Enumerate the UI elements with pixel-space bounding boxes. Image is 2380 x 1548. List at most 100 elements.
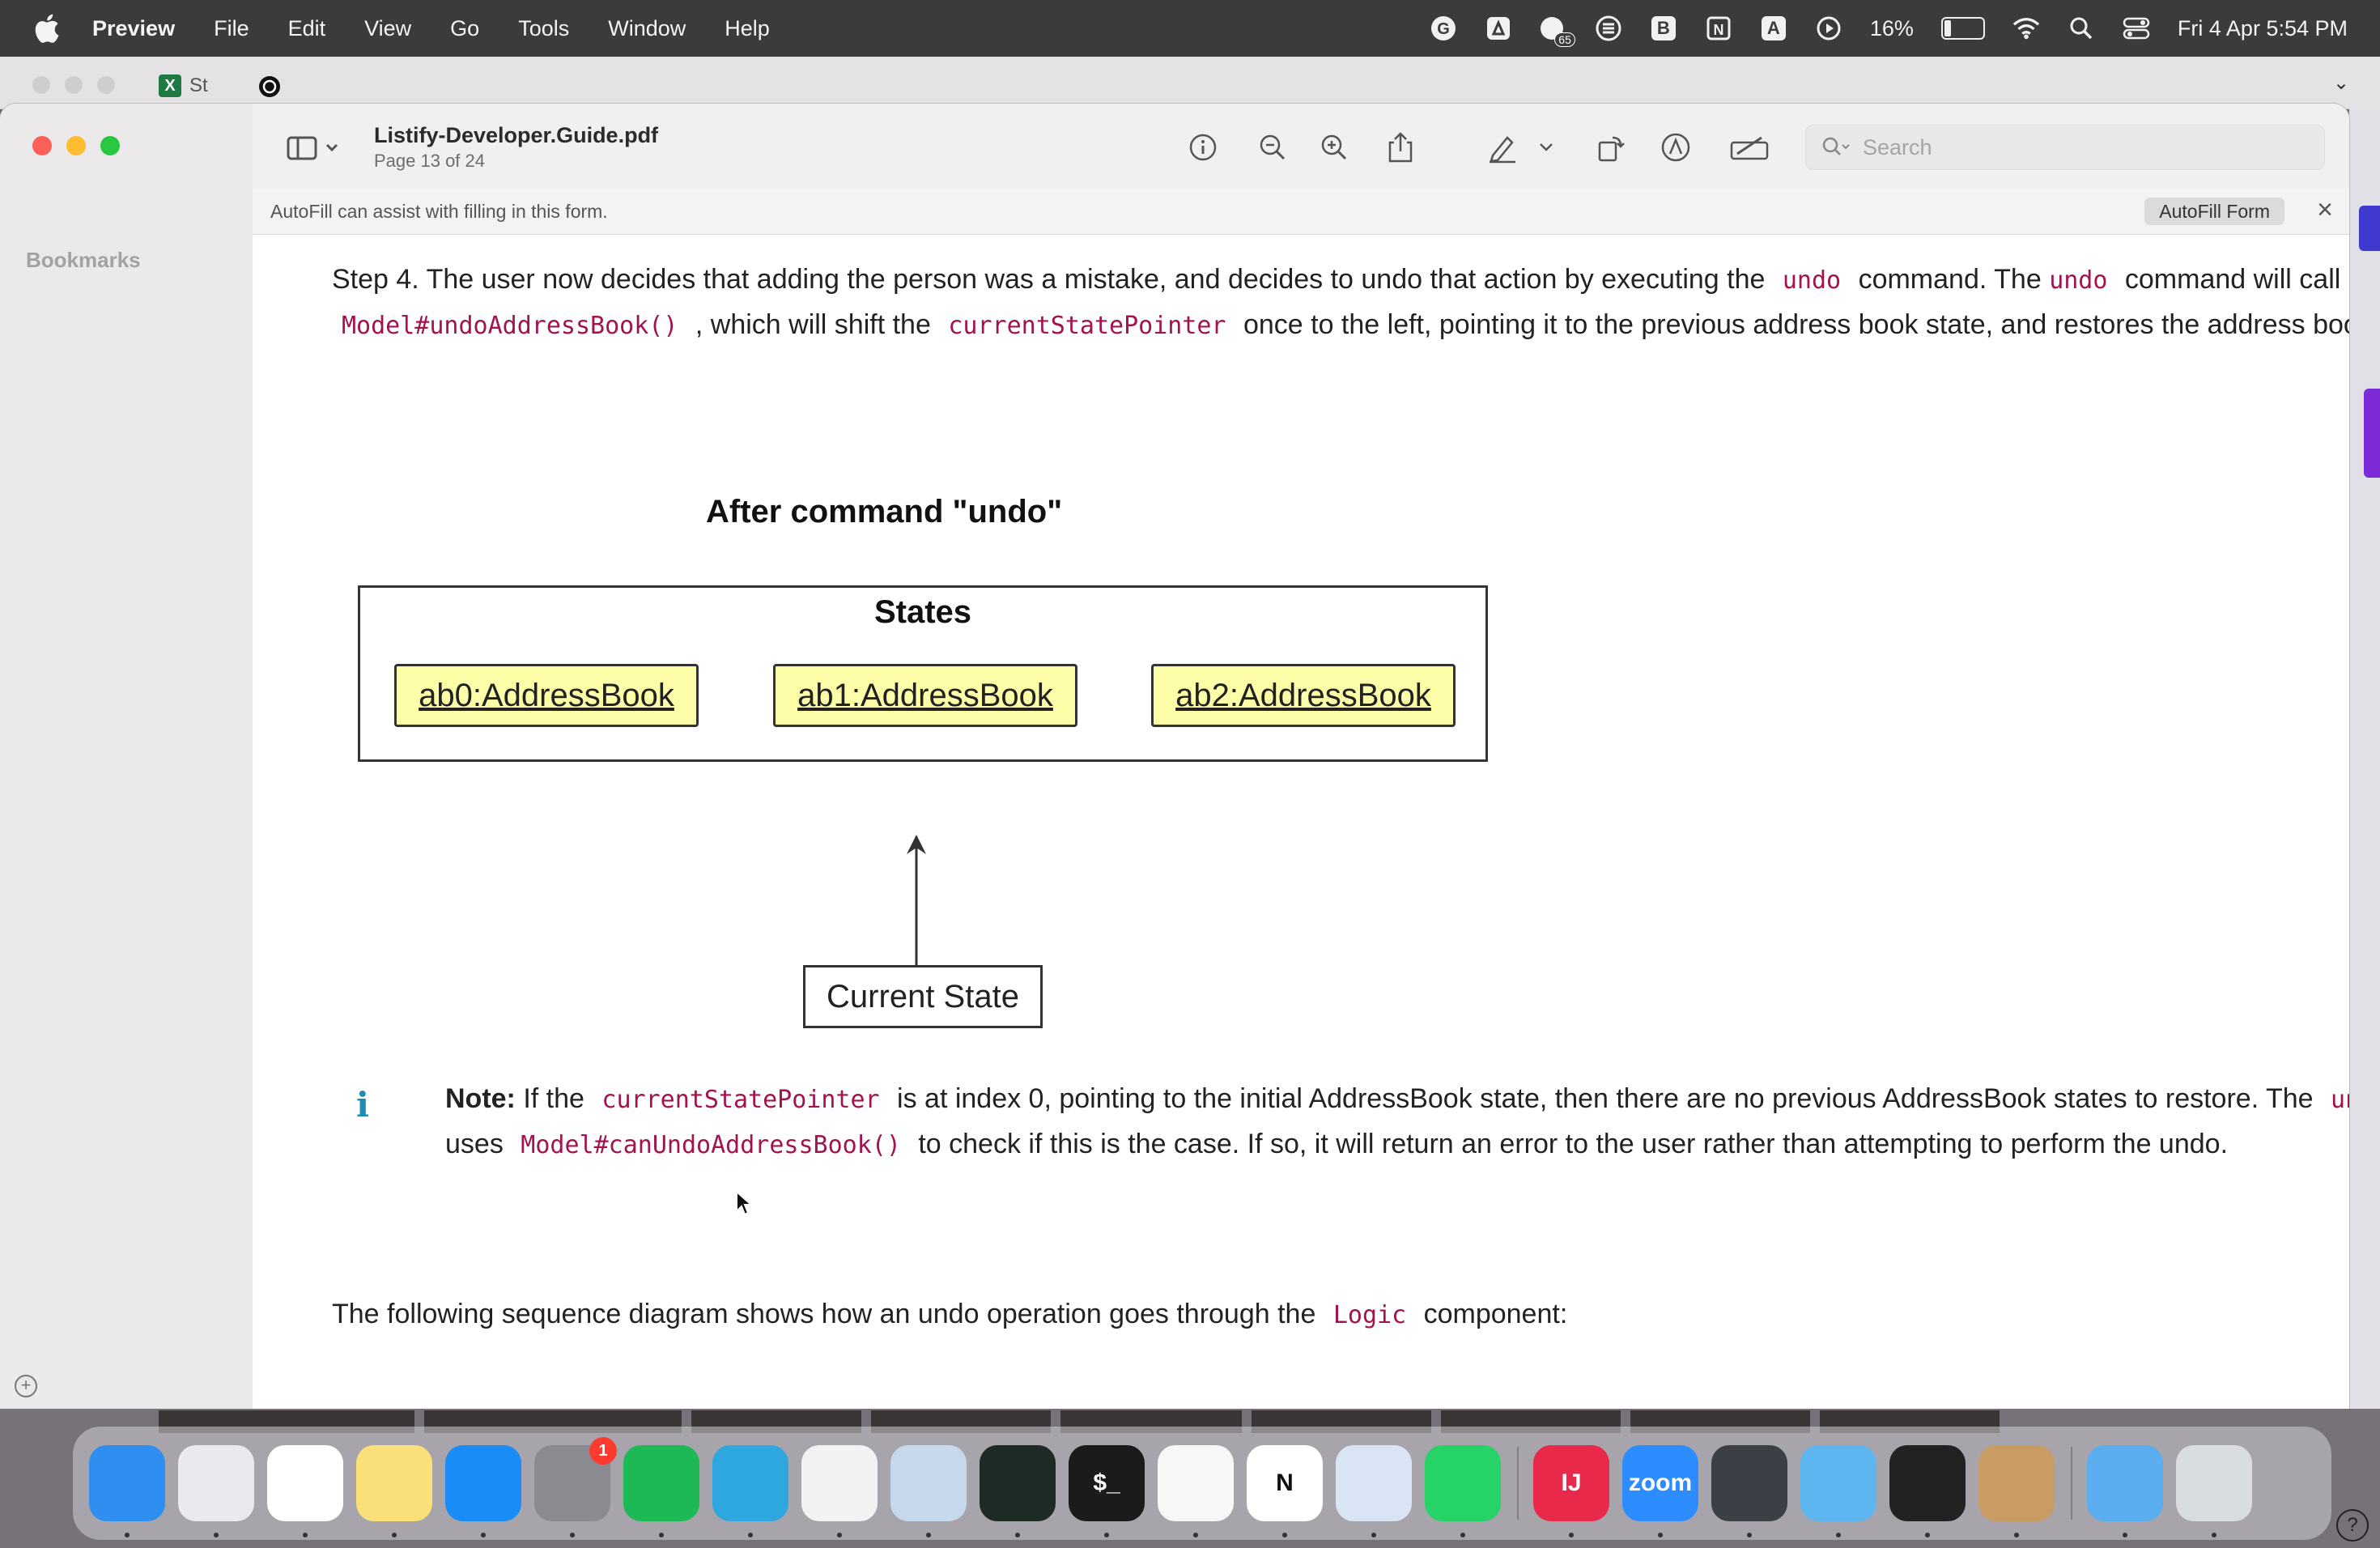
notion-tray-icon[interactable]: N xyxy=(1705,15,1732,42)
dock: 1 $_ N IJ zoom xyxy=(73,1427,2331,1540)
menu-help[interactable]: Help xyxy=(725,16,770,41)
menu-app-name[interactable]: Preview xyxy=(92,16,175,41)
code-logic: Logic xyxy=(1332,1301,1407,1329)
dock-telegram-icon[interactable] xyxy=(712,1445,788,1537)
search-field[interactable]: Search xyxy=(1805,125,2325,170)
dock-spotify-icon[interactable] xyxy=(623,1445,699,1537)
running-indicator xyxy=(1193,1533,1198,1537)
info-icon: i xyxy=(356,1085,369,1125)
dock-trash-icon[interactable] xyxy=(2176,1445,2252,1537)
dock-finder-icon[interactable] xyxy=(89,1445,165,1537)
running-indicator xyxy=(659,1533,664,1537)
background-tab-openai[interactable] xyxy=(257,74,282,99)
cloud-badge-icon[interactable]: 65 xyxy=(1540,15,1575,47)
close-icon[interactable]: × xyxy=(2317,196,2333,223)
autofill-form-button[interactable]: AutoFill Form xyxy=(2144,198,2284,225)
dock-quicktime-icon[interactable] xyxy=(1711,1445,1787,1537)
menu-file[interactable]: File xyxy=(214,16,249,41)
highlight-options-chevron-icon[interactable] xyxy=(1536,131,1556,164)
running-indicator xyxy=(1015,1533,1020,1537)
play-circle-icon[interactable] xyxy=(1815,15,1842,42)
form-filling-button[interactable] xyxy=(1729,131,1771,164)
battery-icon[interactable] xyxy=(1940,17,1985,40)
drive-sync-icon[interactable] xyxy=(1485,15,1512,42)
background-browser-window[interactable]: X St ⌄ xyxy=(0,57,2380,109)
bookmarks-label: Bookmarks xyxy=(26,248,141,272)
dock-downloads-icon[interactable] xyxy=(2087,1445,2163,1537)
minimize-window-button[interactable] xyxy=(66,136,86,155)
pdf-page[interactable]: Step 4. The user now decides that adding… xyxy=(253,235,2349,1409)
running-indicator xyxy=(1836,1533,1841,1537)
running-indicator xyxy=(1569,1533,1574,1537)
dock-notion-icon[interactable]: N xyxy=(1247,1445,1323,1537)
dock-app-store-icon[interactable] xyxy=(445,1445,521,1537)
menu-tools[interactable]: Tools xyxy=(518,16,569,41)
dock-app-label: N xyxy=(1276,1469,1294,1496)
dock-unity-hub-icon[interactable] xyxy=(1889,1445,1966,1537)
cornell-notes-icon[interactable] xyxy=(1595,15,1622,42)
dock-notes-icon[interactable] xyxy=(356,1445,432,1537)
zoom-out-button[interactable] xyxy=(1256,131,1289,164)
running-indicator xyxy=(1925,1533,1930,1537)
dock-zoom-icon[interactable]: zoom xyxy=(1622,1445,1698,1537)
markup-button[interactable] xyxy=(1660,131,1692,164)
diagram-title: After command "undo" xyxy=(706,494,1063,529)
document-title[interactable]: Listify-Developer.Guide.pdf xyxy=(374,123,658,148)
grammarly-icon[interactable]: G xyxy=(1430,15,1457,42)
dock-preview-icon[interactable] xyxy=(890,1445,967,1537)
dock-launchpad-icon[interactable] xyxy=(178,1445,254,1537)
running-indicator xyxy=(570,1533,575,1537)
dock-chrome-icon[interactable] xyxy=(801,1445,878,1537)
apple-menu-icon[interactable] xyxy=(32,12,60,45)
spotlight-search-icon[interactable] xyxy=(2068,15,2095,42)
code-current-state-pointer: currentStatePointer xyxy=(601,1086,880,1114)
menu-view[interactable]: View xyxy=(364,16,411,41)
info-button[interactable] xyxy=(1187,131,1219,164)
dock-iphone-mirroring-icon[interactable] xyxy=(1336,1445,1412,1537)
dock-app-label: zoom xyxy=(1628,1469,1693,1496)
state-box-ab2: ab2:AddressBook xyxy=(1151,664,1456,727)
wifi-icon[interactable] xyxy=(2012,15,2040,42)
dock-google-drive-icon[interactable] xyxy=(1158,1445,1234,1537)
menu-go[interactable]: Go xyxy=(450,16,479,41)
menu-bar-clock[interactable]: Fri 4 Apr 5:54 PM xyxy=(2178,16,2348,41)
menu-edit[interactable]: Edit xyxy=(288,16,326,41)
code-current-state-pointer: currentStatePointer xyxy=(948,312,1226,340)
note-text: to check if this is the case. If so, it … xyxy=(918,1129,2229,1159)
current-state-arrow xyxy=(907,835,926,966)
excel-icon: X xyxy=(159,74,181,97)
code-undo-address-book: Model#undoAddressBook() xyxy=(342,312,678,340)
running-indicator xyxy=(1282,1533,1287,1537)
help-icon[interactable]: ? xyxy=(2336,1509,2369,1542)
running-indicator xyxy=(748,1533,753,1537)
zoom-window-button[interactable] xyxy=(100,136,120,155)
close-window-button[interactable] xyxy=(32,136,52,155)
dock-system-settings-icon[interactable]: 1 xyxy=(534,1437,617,1537)
dock-terminal-icon[interactable]: $_ xyxy=(1069,1445,1145,1537)
dock-intellij-idea-icon[interactable]: IJ xyxy=(1533,1445,1609,1537)
highlight-pen-button[interactable] xyxy=(1486,131,1519,164)
add-bookmark-button[interactable]: + xyxy=(15,1375,37,1397)
zoom-in-button[interactable] xyxy=(1318,131,1350,164)
state-box-ab0: ab0:AddressBook xyxy=(394,664,699,727)
background-tab-excel[interactable]: X St xyxy=(159,74,208,97)
mouse-pointer-icon xyxy=(736,1190,754,1216)
sidebar-toggle-button[interactable] xyxy=(287,131,343,164)
dock-whatsapp-icon[interactable] xyxy=(1425,1445,1501,1537)
dock-contacts-icon[interactable] xyxy=(1978,1445,2055,1537)
battery-percent: 16% xyxy=(1869,15,1914,40)
share-button[interactable] xyxy=(1384,131,1417,164)
bartender-icon[interactable]: B xyxy=(1650,15,1677,42)
dock-separator xyxy=(2071,1447,2072,1520)
search-icon xyxy=(1822,137,1850,155)
input-source-icon[interactable]: A xyxy=(1760,15,1787,42)
dock-photos-icon[interactable] xyxy=(267,1445,343,1537)
tab-overview-chevron-icon[interactable]: ⌄ xyxy=(2327,68,2356,97)
rotate-button[interactable] xyxy=(1595,131,1627,164)
control-center-icon[interactable] xyxy=(2123,15,2150,42)
dock-activity-monitor-icon[interactable] xyxy=(980,1445,1056,1537)
background-window-edge xyxy=(2349,108,2380,1409)
dock-files-icon[interactable] xyxy=(1800,1445,1876,1537)
menu-window[interactable]: Window xyxy=(608,16,686,41)
states-frame-label: States xyxy=(873,594,972,630)
